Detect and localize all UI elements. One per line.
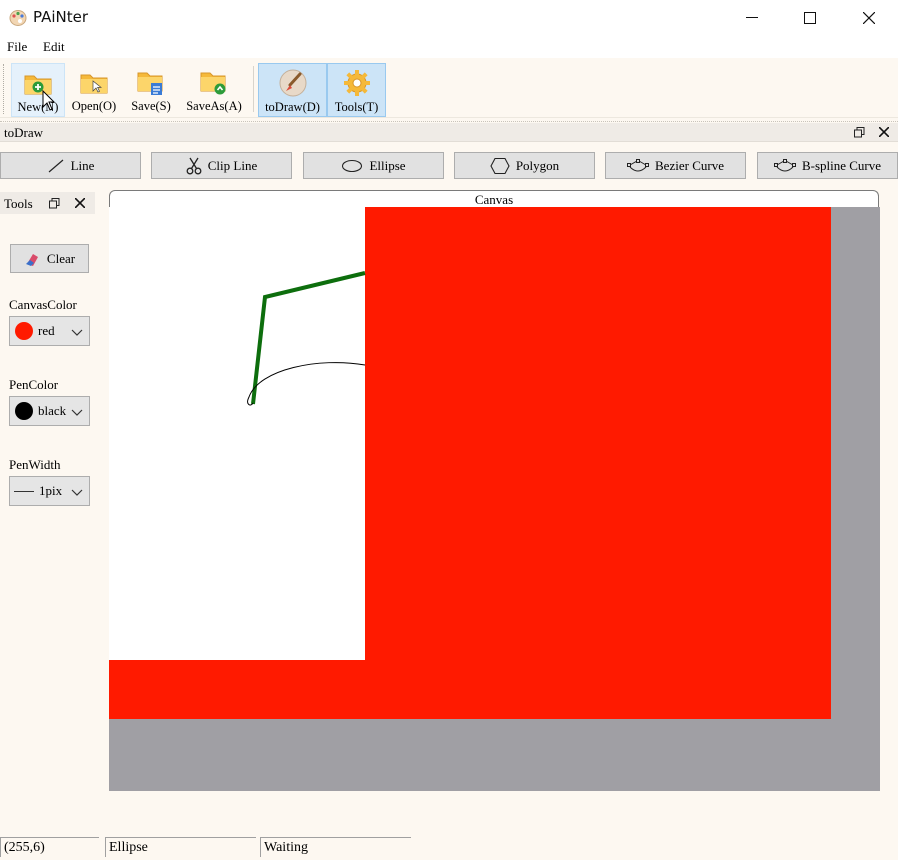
- gear-icon: [343, 70, 370, 96]
- bspline-icon: [773, 158, 796, 171]
- clear-button[interactable]: Clear: [10, 244, 89, 273]
- palette-icon: [9, 10, 27, 26]
- chevron-down-icon: [71, 489, 83, 496]
- bspline-curve-button-label: B-spline Curve: [801, 157, 882, 173]
- canvas-tab[interactable]: Canvas: [109, 190, 879, 208]
- menu-edit[interactable]: Edit: [43, 39, 65, 55]
- status-tool: Ellipse: [105, 837, 256, 857]
- float-icon: [853, 126, 864, 137]
- maximize-icon: [804, 12, 816, 24]
- tools-float-button[interactable]: [46, 195, 62, 211]
- canvas-color-select[interactable]: red: [9, 316, 90, 346]
- folder-open-icon: [80, 74, 108, 94]
- title-bar: PAiNter: [0, 0, 898, 36]
- folder-saveas-icon: [200, 72, 226, 95]
- bspline-curve-button[interactable]: B-spline Curve: [757, 152, 898, 179]
- bezier-icon: [627, 158, 650, 171]
- tools-close-button[interactable]: [72, 195, 88, 211]
- saveas-button-label: SaveAs(A): [186, 99, 242, 113]
- status-coords: (255,6): [0, 837, 99, 857]
- window-title: PAiNter: [33, 8, 89, 26]
- tools-button[interactable]: Tools(T): [327, 63, 386, 117]
- black-swatch-icon: [15, 402, 33, 420]
- todraw-dock-title: toDraw: [4, 125, 43, 140]
- hexagon-icon: [490, 157, 510, 174]
- tools-dock-titlebar: Tools: [0, 192, 95, 214]
- pen-width-value: 1pix: [39, 483, 63, 498]
- maximize-button[interactable]: [781, 0, 839, 36]
- toolbar-grip[interactable]: [3, 64, 6, 114]
- minimize-button[interactable]: [723, 0, 781, 36]
- eraser-icon: [25, 253, 38, 266]
- status-bar: (255,6) Ellipse Waiting: [0, 836, 898, 860]
- close-button[interactable]: [840, 0, 898, 36]
- pen-width-select[interactable]: 1pix: [9, 476, 90, 506]
- drawn-green-polyline: [251, 271, 366, 405]
- canvas-color-value: red: [38, 323, 55, 338]
- mouse-cursor-icon: [42, 90, 56, 111]
- polygon-button[interactable]: Polygon: [454, 152, 595, 179]
- menu-file[interactable]: File: [7, 39, 27, 55]
- clip-line-button[interactable]: Clip Line: [151, 152, 292, 179]
- dock-float-button[interactable]: [851, 124, 867, 140]
- minimize-icon: [746, 17, 758, 18]
- todraw-dock-titlebar: toDraw: [0, 123, 898, 142]
- line-button[interactable]: Line: [0, 152, 141, 179]
- canvas-tab-label: Canvas: [474, 192, 514, 207]
- bezier-curve-button[interactable]: Bezier Curve: [605, 152, 746, 179]
- clip-line-button-label: Clip Line: [207, 157, 258, 173]
- pen-width-line-icon: [14, 490, 34, 492]
- pen-color-label: PenColor: [9, 377, 59, 392]
- drawn-black-ellipse: [247, 362, 366, 406]
- polygon-button-label: Polygon: [515, 157, 560, 173]
- open-button[interactable]: Open(O): [68, 63, 120, 117]
- float-icon: [48, 197, 59, 208]
- line-button-label: Line: [70, 157, 95, 173]
- chevron-down-icon: [71, 409, 83, 416]
- close-icon: [863, 12, 875, 24]
- open-button-label: Open(O): [71, 99, 117, 113]
- clear-button-label: Clear: [46, 250, 76, 266]
- ellipse-button-label: Ellipse: [369, 157, 406, 173]
- line-icon: [48, 159, 63, 172]
- close-icon: [75, 198, 85, 208]
- save-button[interactable]: Save(S): [126, 63, 176, 117]
- menu-bar: File Edit: [0, 36, 898, 58]
- pen-color-select[interactable]: black: [9, 396, 90, 426]
- status-state: Waiting: [260, 837, 411, 857]
- pen-color-value: black: [38, 403, 67, 418]
- todraw-button-label: toDraw(D): [265, 100, 320, 114]
- toolbar-separator: [253, 66, 254, 112]
- pen-width-label: PenWidth: [9, 457, 61, 472]
- bezier-curve-button-label: Bezier Curve: [655, 157, 724, 173]
- close-icon: [879, 127, 889, 137]
- tools-button-label: Tools(T): [334, 100, 379, 114]
- save-button-label: Save(S): [131, 99, 171, 113]
- scissors-icon: [186, 157, 202, 174]
- tools-dock-title: Tools: [4, 196, 33, 211]
- folder-save-icon: [137, 72, 163, 95]
- red-swatch-icon: [15, 322, 33, 340]
- brush-icon: [279, 69, 306, 97]
- ellipse-button[interactable]: Ellipse: [303, 152, 444, 179]
- ellipse-icon: [342, 159, 363, 172]
- saveas-button[interactable]: SaveAs(A): [181, 63, 247, 117]
- canvas-color-label: CanvasColor: [9, 297, 77, 312]
- chevron-down-icon: [71, 329, 83, 336]
- new-button[interactable]: New(N): [11, 63, 65, 117]
- todraw-button[interactable]: toDraw(D): [258, 63, 327, 117]
- dock-close-button[interactable]: [876, 124, 892, 140]
- canvas-drawing[interactable]: [109, 207, 880, 791]
